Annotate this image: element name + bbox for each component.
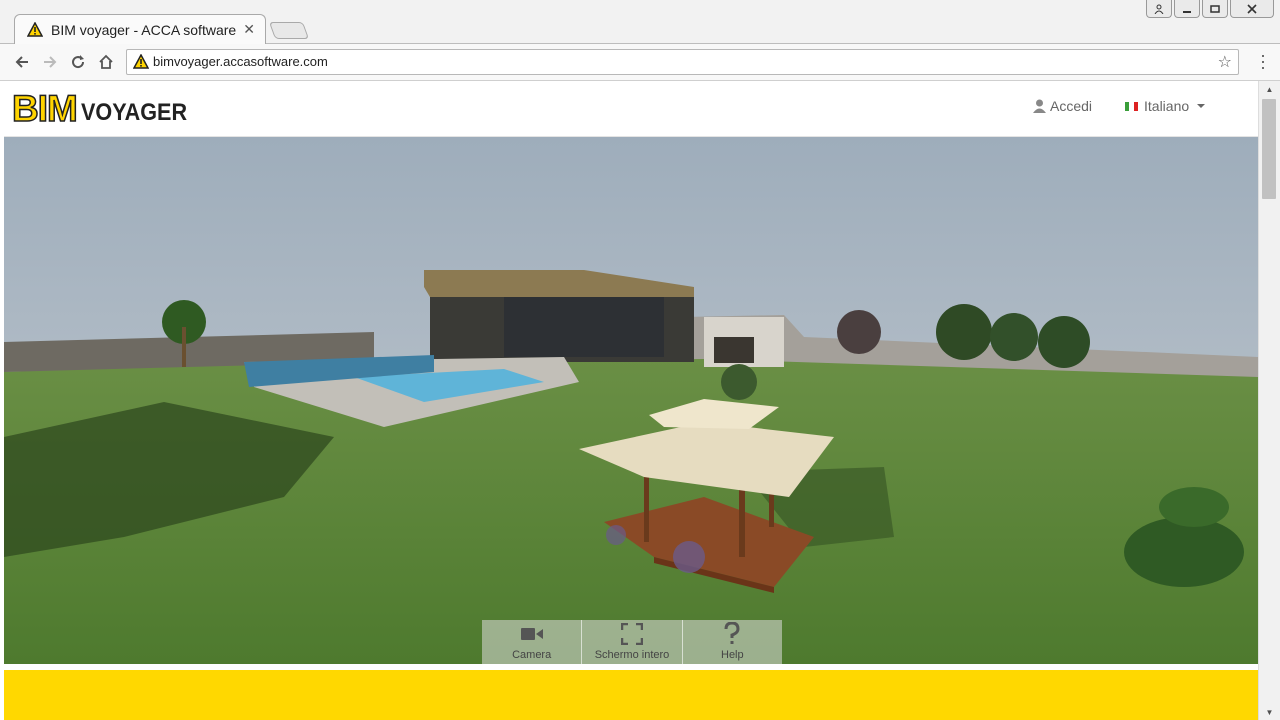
logo-voyager-text: VOYAGER <box>80 99 187 126</box>
warning-icon <box>27 22 43 37</box>
home-icon[interactable] <box>94 50 118 74</box>
reload-icon[interactable] <box>66 50 90 74</box>
house-windows <box>504 297 664 357</box>
help-button[interactable]: Help <box>683 620 782 664</box>
camera-button[interactable]: Camera <box>482 620 583 664</box>
question-icon <box>724 622 740 644</box>
back-icon[interactable] <box>10 50 34 74</box>
italian-flag-icon <box>1125 101 1138 111</box>
warning-icon <box>133 54 149 69</box>
lavender-plant <box>673 541 705 573</box>
video-camera-icon <box>520 628 543 640</box>
browser-titlebar: BIM voyager - ACCA software ✕ <box>0 0 1280 45</box>
3d-model-viewer[interactable]: Camera Schermo intero Help <box>4 137 1258 664</box>
web-page: BIM VOYAGER Accedi Italiano Camera Scher… <box>4 81 1258 720</box>
tree-cluster <box>936 304 992 360</box>
language-selector[interactable]: Italiano <box>1125 98 1206 114</box>
yellow-footer-bar <box>4 670 1258 720</box>
user-icon[interactable] <box>1146 0 1172 18</box>
camera-label: Camera <box>512 649 552 661</box>
language-label: Italiano <box>1144 98 1190 114</box>
chevron-down-icon <box>1197 104 1206 108</box>
tab-close-icon[interactable]: ✕ <box>243 21 255 38</box>
close-window-icon[interactable] <box>1230 0 1274 18</box>
browser-menu-icon[interactable]: · · · <box>1260 46 1266 76</box>
window-controls <box>1146 0 1274 20</box>
scroll-up-icon[interactable]: ▲ <box>1259 81 1280 97</box>
restore-icon[interactable] <box>1202 0 1228 18</box>
tree-dark <box>837 310 881 354</box>
fullscreen-button[interactable]: Schermo intero <box>582 620 683 664</box>
logo-bim-text: BIM <box>11 88 78 129</box>
bim-voyager-logo[interactable]: BIM VOYAGER <box>11 88 199 129</box>
user-icon <box>1033 99 1046 113</box>
bush-right <box>1124 517 1244 587</box>
annex-opening <box>714 337 754 363</box>
address-bar[interactable]: bimvoyager.accasoftware.com ☆ <box>126 49 1239 75</box>
viewer-toolbar: Camera Schermo intero Help <box>482 620 782 664</box>
new-tab-button[interactable] <box>268 22 310 39</box>
fullscreen-icon <box>620 623 643 645</box>
page-scrollbar[interactable]: ▲ ▼ <box>1258 81 1280 720</box>
help-label: Help <box>721 649 744 661</box>
browser-toolbar: bimvoyager.accasoftware.com ☆ · · · <box>0 44 1280 81</box>
login-link[interactable]: Accedi <box>1033 98 1092 114</box>
forward-icon[interactable] <box>38 50 62 74</box>
site-header: BIM VOYAGER Accedi Italiano <box>4 81 1258 137</box>
browser-tab[interactable]: BIM voyager - ACCA software ✕ <box>14 14 266 45</box>
fullscreen-label: Schermo intero <box>594 649 670 661</box>
minimize-icon[interactable] <box>1174 0 1200 18</box>
url-text: bimvoyager.accasoftware.com <box>153 54 328 69</box>
shrub <box>721 364 757 400</box>
scroll-down-icon[interactable]: ▼ <box>1259 704 1280 720</box>
scroll-thumb[interactable] <box>1262 99 1276 199</box>
3d-scene <box>4 137 1258 664</box>
bookmark-star-icon[interactable]: ☆ <box>1218 52 1232 72</box>
login-label: Accedi <box>1050 98 1093 114</box>
tab-title: BIM voyager - ACCA software <box>51 22 237 38</box>
